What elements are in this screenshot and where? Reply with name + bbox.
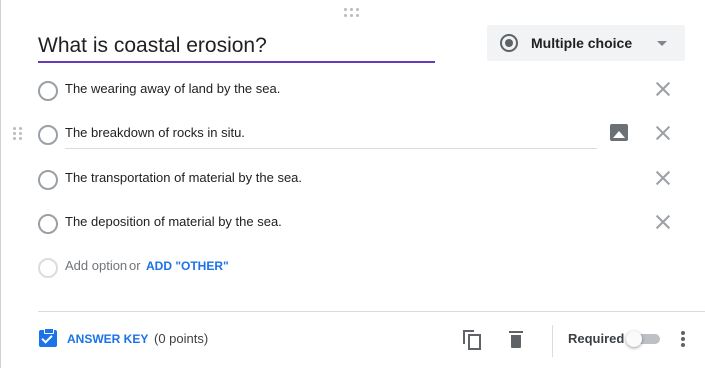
drag-handle-icon[interactable] bbox=[13, 127, 23, 141]
footer-divider bbox=[552, 325, 553, 357]
radio-option-icon bbox=[38, 81, 58, 101]
option-text-input[interactable]: The transportation of material by the se… bbox=[65, 160, 302, 196]
chevron-down-icon bbox=[657, 41, 667, 46]
radio-option-icon bbox=[38, 125, 58, 145]
question-card: What is coastal erosion? Multiple choice… bbox=[0, 0, 705, 368]
answer-key-button[interactable]: ANSWER KEY bbox=[67, 320, 148, 358]
question-footer: ANSWER KEY (0 points) Required bbox=[1, 320, 705, 360]
option-text-input[interactable]: The deposition of material by the sea. bbox=[65, 204, 282, 240]
option-text-input[interactable]: The breakdown of rocks in situ. bbox=[65, 115, 245, 151]
radio-option-icon bbox=[38, 214, 58, 234]
option-row: The transportation of material by the se… bbox=[1, 160, 705, 200]
required-toggle[interactable] bbox=[626, 331, 660, 347]
points-label: (0 points) bbox=[154, 331, 209, 346]
required-label: Required bbox=[568, 331, 625, 346]
more-vert-icon[interactable] bbox=[681, 331, 685, 347]
close-icon[interactable] bbox=[654, 80, 672, 98]
add-other-button[interactable]: ADD "OTHER" bbox=[146, 248, 229, 284]
option-underline bbox=[65, 148, 597, 149]
answer-key-icon[interactable] bbox=[39, 328, 57, 347]
option-row: The breakdown of rocks in situ. bbox=[1, 115, 705, 155]
add-option-row: Add option or ADD "OTHER" bbox=[1, 248, 705, 284]
add-option-button[interactable]: Add option bbox=[65, 248, 127, 284]
option-text-input[interactable]: The wearing away of land by the sea. bbox=[65, 71, 280, 107]
copy-icon[interactable] bbox=[463, 330, 481, 350]
close-icon[interactable] bbox=[654, 124, 672, 142]
drag-handle-icon[interactable] bbox=[344, 8, 362, 18]
question-title-input[interactable]: What is coastal erosion? bbox=[38, 31, 435, 63]
radio-option-icon bbox=[38, 258, 58, 278]
or-text: or bbox=[129, 258, 141, 273]
option-row: The wearing away of land by the sea. bbox=[1, 71, 705, 111]
divider bbox=[38, 311, 705, 312]
delete-icon[interactable] bbox=[509, 331, 523, 348]
radio-filled-icon bbox=[500, 34, 518, 52]
close-icon[interactable] bbox=[654, 169, 672, 187]
option-row: The deposition of material by the sea. bbox=[1, 204, 705, 244]
question-type-dropdown[interactable]: Multiple choice bbox=[487, 25, 685, 61]
image-icon[interactable] bbox=[610, 124, 628, 141]
close-icon[interactable] bbox=[654, 213, 672, 231]
radio-option-icon bbox=[38, 170, 58, 190]
question-type-label: Multiple choice bbox=[531, 35, 633, 51]
